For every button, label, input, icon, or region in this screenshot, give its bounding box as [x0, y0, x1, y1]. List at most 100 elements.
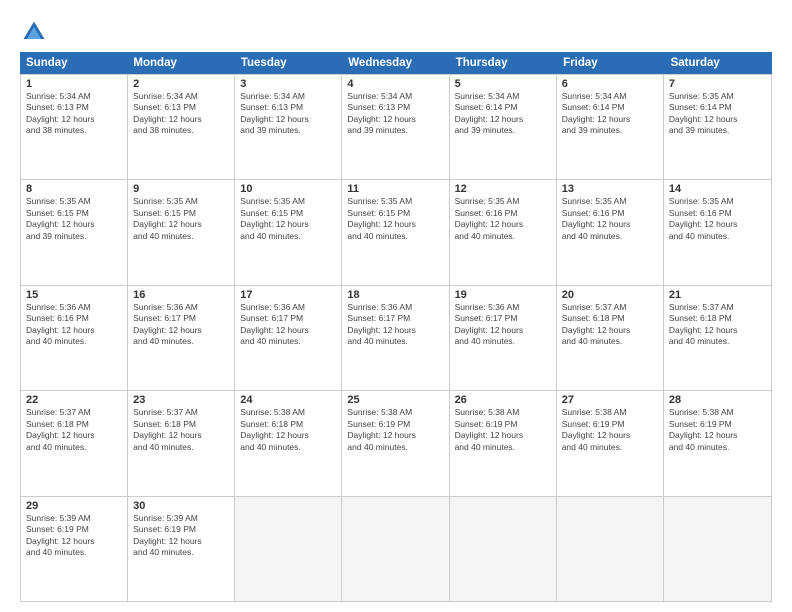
logo [20, 18, 52, 46]
day-number: 24 [240, 394, 336, 406]
calendar-cell: 13Sunrise: 5:35 AM Sunset: 6:16 PM Dayli… [557, 180, 664, 284]
calendar-row: 15Sunrise: 5:36 AM Sunset: 6:16 PM Dayli… [21, 286, 771, 391]
day-number: 15 [26, 289, 122, 301]
day-info: Sunrise: 5:34 AM Sunset: 6:13 PM Dayligh… [133, 91, 229, 137]
day-info: Sunrise: 5:35 AM Sunset: 6:15 PM Dayligh… [347, 196, 443, 242]
calendar-cell: 10Sunrise: 5:35 AM Sunset: 6:15 PM Dayli… [235, 180, 342, 284]
day-info: Sunrise: 5:35 AM Sunset: 6:14 PM Dayligh… [669, 91, 766, 137]
calendar-cell [235, 497, 342, 601]
calendar-cell: 29Sunrise: 5:39 AM Sunset: 6:19 PM Dayli… [21, 497, 128, 601]
calendar-row: 29Sunrise: 5:39 AM Sunset: 6:19 PM Dayli… [21, 497, 771, 602]
day-number: 27 [562, 394, 658, 406]
weekday-header: Sunday [20, 52, 127, 74]
calendar-cell: 16Sunrise: 5:36 AM Sunset: 6:17 PM Dayli… [128, 286, 235, 390]
calendar-cell: 18Sunrise: 5:36 AM Sunset: 6:17 PM Dayli… [342, 286, 449, 390]
day-number: 9 [133, 183, 229, 195]
day-info: Sunrise: 5:37 AM Sunset: 6:18 PM Dayligh… [562, 302, 658, 348]
day-number: 8 [26, 183, 122, 195]
calendar-cell: 9Sunrise: 5:35 AM Sunset: 6:15 PM Daylig… [128, 180, 235, 284]
calendar-cell [450, 497, 557, 601]
calendar-cell: 17Sunrise: 5:36 AM Sunset: 6:17 PM Dayli… [235, 286, 342, 390]
logo-icon [20, 18, 48, 46]
calendar-cell [342, 497, 449, 601]
calendar-cell: 24Sunrise: 5:38 AM Sunset: 6:18 PM Dayli… [235, 391, 342, 495]
calendar-cell: 1Sunrise: 5:34 AM Sunset: 6:13 PM Daylig… [21, 75, 128, 179]
day-number: 28 [669, 394, 766, 406]
weekday-header: Friday [557, 52, 664, 74]
day-number: 20 [562, 289, 658, 301]
day-number: 1 [26, 78, 122, 90]
day-info: Sunrise: 5:38 AM Sunset: 6:19 PM Dayligh… [562, 407, 658, 453]
calendar-row: 22Sunrise: 5:37 AM Sunset: 6:18 PM Dayli… [21, 391, 771, 496]
calendar-cell: 19Sunrise: 5:36 AM Sunset: 6:17 PM Dayli… [450, 286, 557, 390]
day-info: Sunrise: 5:38 AM Sunset: 6:19 PM Dayligh… [669, 407, 766, 453]
calendar-cell: 23Sunrise: 5:37 AM Sunset: 6:18 PM Dayli… [128, 391, 235, 495]
weekday-header: Saturday [665, 52, 772, 74]
day-number: 3 [240, 78, 336, 90]
day-number: 17 [240, 289, 336, 301]
day-number: 2 [133, 78, 229, 90]
calendar-cell: 26Sunrise: 5:38 AM Sunset: 6:19 PM Dayli… [450, 391, 557, 495]
calendar-cell: 25Sunrise: 5:38 AM Sunset: 6:19 PM Dayli… [342, 391, 449, 495]
calendar-cell: 6Sunrise: 5:34 AM Sunset: 6:14 PM Daylig… [557, 75, 664, 179]
day-info: Sunrise: 5:37 AM Sunset: 6:18 PM Dayligh… [669, 302, 766, 348]
page-header [20, 18, 772, 46]
day-number: 14 [669, 183, 766, 195]
calendar-cell: 30Sunrise: 5:39 AM Sunset: 6:19 PM Dayli… [128, 497, 235, 601]
day-info: Sunrise: 5:36 AM Sunset: 6:17 PM Dayligh… [455, 302, 551, 348]
day-number: 19 [455, 289, 551, 301]
weekday-header: Thursday [450, 52, 557, 74]
day-number: 23 [133, 394, 229, 406]
day-number: 22 [26, 394, 122, 406]
day-number: 5 [455, 78, 551, 90]
day-number: 4 [347, 78, 443, 90]
calendar-cell: 7Sunrise: 5:35 AM Sunset: 6:14 PM Daylig… [664, 75, 771, 179]
calendar-row: 8 Sunrise: 5:35 AM Sunset: 6:15 PM Daylig… [21, 180, 771, 285]
calendar-cell: 21Sunrise: 5:37 AM Sunset: 6:18 PM Dayli… [664, 286, 771, 390]
day-info: Sunrise: 5:36 AM Sunset: 6:17 PM Dayligh… [240, 302, 336, 348]
calendar-cell: 14Sunrise: 5:35 AM Sunset: 6:16 PM Dayli… [664, 180, 771, 284]
day-info: Sunrise: 5:39 AM Sunset: 6:19 PM Dayligh… [133, 513, 229, 559]
weekday-header: Monday [127, 52, 234, 74]
calendar-cell [664, 497, 771, 601]
calendar-cell: 28Sunrise: 5:38 AM Sunset: 6:19 PM Dayli… [664, 391, 771, 495]
day-info: Sunrise: 5:35 AM Sunset: 6:16 PM Dayligh… [562, 196, 658, 242]
calendar-cell: 8Sunrise: 5:35 AM Sunset: 6:15 PM Daylig… [21, 180, 128, 284]
weekday-header: Wednesday [342, 52, 449, 74]
day-number: 7 [669, 78, 766, 90]
calendar-cell [557, 497, 664, 601]
calendar-header: SundayMondayTuesdayWednesdayThursdayFrid… [20, 52, 772, 74]
day-number: 11 [347, 183, 443, 195]
day-number: 18 [347, 289, 443, 301]
day-number: 26 [455, 394, 551, 406]
day-number: 21 [669, 289, 766, 301]
day-info: Sunrise: 5:38 AM Sunset: 6:18 PM Dayligh… [240, 407, 336, 453]
day-info: Sunrise: 5:36 AM Sunset: 6:17 PM Dayligh… [133, 302, 229, 348]
day-info: Sunrise: 5:37 AM Sunset: 6:18 PM Dayligh… [133, 407, 229, 453]
calendar-cell: 20Sunrise: 5:37 AM Sunset: 6:18 PM Dayli… [557, 286, 664, 390]
day-number: 10 [240, 183, 336, 195]
day-info: Sunrise: 5:36 AM Sunset: 6:17 PM Dayligh… [347, 302, 443, 348]
day-info: Sunrise: 5:34 AM Sunset: 6:14 PM Dayligh… [455, 91, 551, 137]
day-number: 12 [455, 183, 551, 195]
day-info: Sunrise: 5:34 AM Sunset: 6:13 PM Dayligh… [26, 91, 122, 137]
calendar-row: 1Sunrise: 5:34 AM Sunset: 6:13 PM Daylig… [21, 74, 771, 180]
day-info: Sunrise: 5:35 AM Sunset: 6:15 PM Dayligh… [133, 196, 229, 242]
calendar-body: 1Sunrise: 5:34 AM Sunset: 6:13 PM Daylig… [20, 74, 772, 602]
day-number: 16 [133, 289, 229, 301]
day-number: 30 [133, 500, 229, 512]
day-info: Sunrise: 5:39 AM Sunset: 6:19 PM Dayligh… [26, 513, 122, 559]
day-info: Sunrise: 5:34 AM Sunset: 6:13 PM Dayligh… [347, 91, 443, 137]
calendar-cell: 22Sunrise: 5:37 AM Sunset: 6:18 PM Dayli… [21, 391, 128, 495]
day-info: Sunrise: 5:34 AM Sunset: 6:14 PM Dayligh… [562, 91, 658, 137]
calendar-cell: 11Sunrise: 5:35 AM Sunset: 6:15 PM Dayli… [342, 180, 449, 284]
page: SundayMondayTuesdayWednesdayThursdayFrid… [0, 0, 792, 612]
weekday-header: Tuesday [235, 52, 342, 74]
day-info: Sunrise: 5:35 AM Sunset: 6:15 PM Dayligh… [240, 196, 336, 242]
day-info: Sunrise: 5:35 AM Sunset: 6:16 PM Dayligh… [669, 196, 766, 242]
day-number: 25 [347, 394, 443, 406]
day-number: 6 [562, 78, 658, 90]
calendar-cell: 2Sunrise: 5:34 AM Sunset: 6:13 PM Daylig… [128, 75, 235, 179]
day-info: Sunrise: 5:37 AM Sunset: 6:18 PM Dayligh… [26, 407, 122, 453]
day-number: 29 [26, 500, 122, 512]
